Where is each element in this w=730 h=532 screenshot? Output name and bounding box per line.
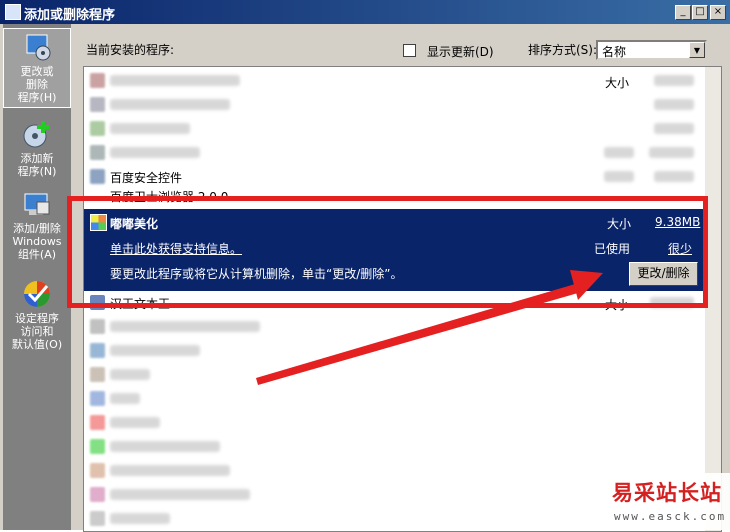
maximize-button[interactable]: □: [692, 5, 708, 20]
program-icon: [90, 487, 105, 502]
program-icon: [90, 121, 105, 136]
program-icon: [90, 415, 105, 430]
blurred-text: [110, 465, 230, 476]
program-access-icon: [24, 281, 50, 307]
annotation-highlight-box: [67, 196, 708, 308]
list-item[interactable]: 百度安全控件: [84, 165, 704, 189]
program-icon: [90, 73, 105, 88]
add-new-program-icon: [23, 121, 49, 148]
sort-select[interactable]: 名称 ▼: [596, 40, 707, 60]
show-updates-label[interactable]: 显示更新(D): [427, 43, 494, 60]
program-icon: [90, 367, 105, 382]
blurred-text: [110, 147, 200, 158]
list-item[interactable]: [84, 315, 704, 339]
program-icon: [90, 463, 105, 478]
blurred-text: [649, 147, 694, 158]
list-item[interactable]: [84, 363, 704, 387]
sidebar-item-windows-components[interactable]: 添加/删除 Windows 组件(A): [3, 186, 71, 266]
sidebar-item-label: 设定程序 访问和 默认值(O): [11, 312, 63, 351]
minimize-button[interactable]: _: [675, 5, 691, 20]
blurred-text: [110, 489, 250, 500]
program-icon: [90, 343, 105, 358]
list-item[interactable]: [84, 387, 704, 411]
list-item[interactable]: [84, 339, 704, 363]
chevron-down-icon[interactable]: ▼: [689, 42, 705, 58]
program-icon: [90, 319, 105, 334]
windows-components-icon: [24, 193, 50, 215]
blurred-text: [110, 99, 230, 110]
sidebar-item-label: 添加新 程序(N): [17, 152, 57, 178]
blurred-text: [110, 123, 190, 134]
watermark-url: www.easck.com: [614, 510, 727, 523]
list-item[interactable]: [84, 93, 704, 117]
program-icon: [90, 511, 105, 526]
blurred-text: [654, 99, 694, 110]
blurred-text: [654, 171, 694, 182]
list-item[interactable]: [84, 435, 704, 459]
change-remove-programs-icon: [26, 34, 51, 61]
program-icon: [90, 391, 105, 406]
blurred-text: [110, 441, 220, 452]
sidebar: 更改或 删除 程序(H) 添加新 程序(N) 添加/删除 Windows 组件(…: [3, 24, 71, 530]
sidebar-item-add-new[interactable]: 添加新 程序(N): [3, 116, 71, 186]
program-icon: [90, 145, 105, 160]
blurred-text: [110, 75, 240, 86]
window-title: 添加或删除程序: [24, 8, 116, 23]
list-item[interactable]: 大小: [84, 69, 704, 93]
watermark-main: 易采站长站: [612, 480, 722, 505]
list-item[interactable]: [84, 117, 704, 141]
sidebar-item-program-access[interactable]: 设定程序 访问和 默认值(O): [3, 276, 71, 354]
sidebar-item-label: 添加/删除 Windows 组件(A): [12, 222, 62, 261]
list-item[interactable]: [84, 411, 704, 435]
blurred-text: [110, 513, 170, 524]
sidebar-item-label: 更改或 删除 程序(H): [17, 65, 57, 104]
blurred-text: [110, 369, 150, 380]
blurred-text: [654, 123, 694, 134]
show-updates-checkbox[interactable]: [403, 44, 416, 57]
app-icon: [5, 4, 21, 20]
sort-value: 名称: [602, 45, 627, 59]
blurred-text: [110, 345, 200, 356]
program-name: 百度安全控件: [110, 171, 183, 185]
program-icon: [90, 439, 105, 454]
size-label: 大小: [605, 76, 630, 90]
blurred-text: [604, 147, 634, 158]
title-bar[interactable]: 添加或删除程序 _ □ ×: [0, 0, 730, 24]
blurred-text: [110, 321, 260, 332]
blurred-text: [654, 75, 694, 86]
program-icon: [90, 97, 105, 112]
close-button[interactable]: ×: [710, 5, 726, 20]
blurred-text: [110, 417, 160, 428]
installed-programs-label: 当前安装的程序:: [86, 43, 175, 57]
list-item[interactable]: [84, 141, 704, 165]
sort-label: 排序方式(S):: [528, 43, 598, 57]
sidebar-item-change-remove[interactable]: 更改或 删除 程序(H): [3, 28, 71, 108]
blurred-text: [110, 393, 140, 404]
watermark: 易采站长站 www.easck.com: [602, 473, 730, 530]
program-icon: [90, 169, 105, 184]
blurred-text: [604, 171, 634, 182]
